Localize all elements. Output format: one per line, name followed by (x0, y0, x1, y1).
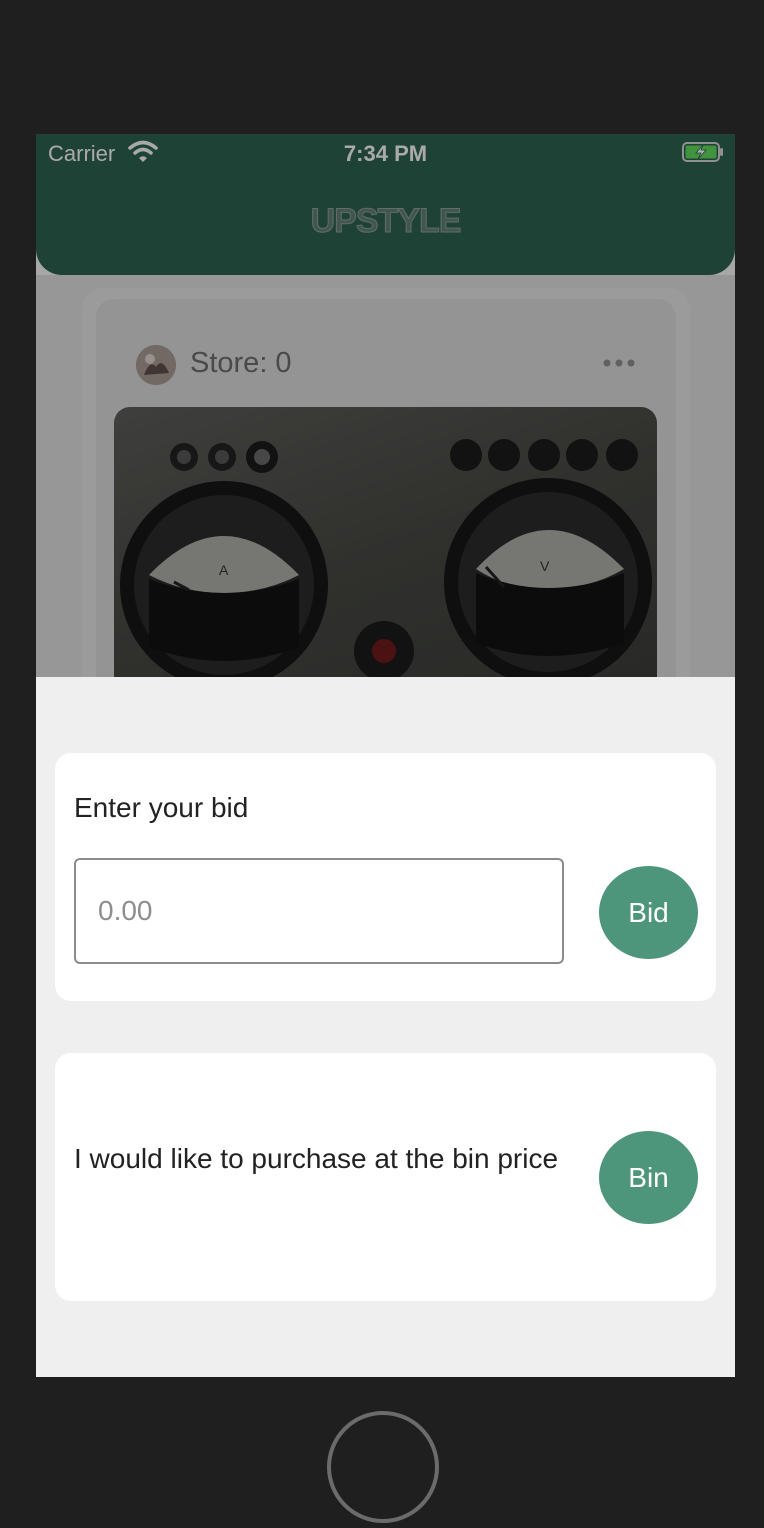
bid-button[interactable]: Bid (599, 866, 698, 959)
bin-panel: I would like to purchase at the bin pric… (55, 1053, 716, 1301)
bid-label: Enter your bid (74, 792, 249, 823)
status-time: 7:34 PM (343, 141, 428, 166)
bid-bottom-sheet: Enter your bid Bid I would like to purch… (36, 677, 735, 1377)
product-photo-voltmeter-ammeter: A V (120, 439, 652, 689)
app-header: Carrier 7:34 PM UPSTYLE (36, 134, 735, 275)
store-label[interactable]: Store: 0 (190, 347, 292, 380)
app-screen: Carrier 7:34 PM UPSTYLE Store: 0 A V Ent… (36, 134, 735, 1377)
svg-text:V: V (540, 558, 550, 574)
app-title: UPSTYLE (310, 202, 462, 241)
bin-description: I would like to purchase at the bin pric… (74, 1143, 559, 1174)
feed-area: Store: 0 A V (36, 275, 735, 719)
bid-amount-input[interactable] (74, 858, 564, 964)
avatar-icon (136, 345, 176, 385)
post-card[interactable]: Store: 0 A V (96, 299, 676, 719)
bin-button[interactable]: Bin (599, 1131, 698, 1224)
bid-panel: Enter your bid Bid (55, 753, 716, 1001)
home-button[interactable] (327, 1411, 439, 1523)
product-photo[interactable]: A V (114, 407, 657, 707)
battery-charging-icon (682, 142, 723, 162)
more-horizontal-icon[interactable] (602, 353, 636, 375)
store-avatar[interactable] (136, 345, 176, 385)
status-bar: Carrier 7:34 PM (36, 134, 735, 172)
svg-text:A: A (219, 562, 229, 578)
